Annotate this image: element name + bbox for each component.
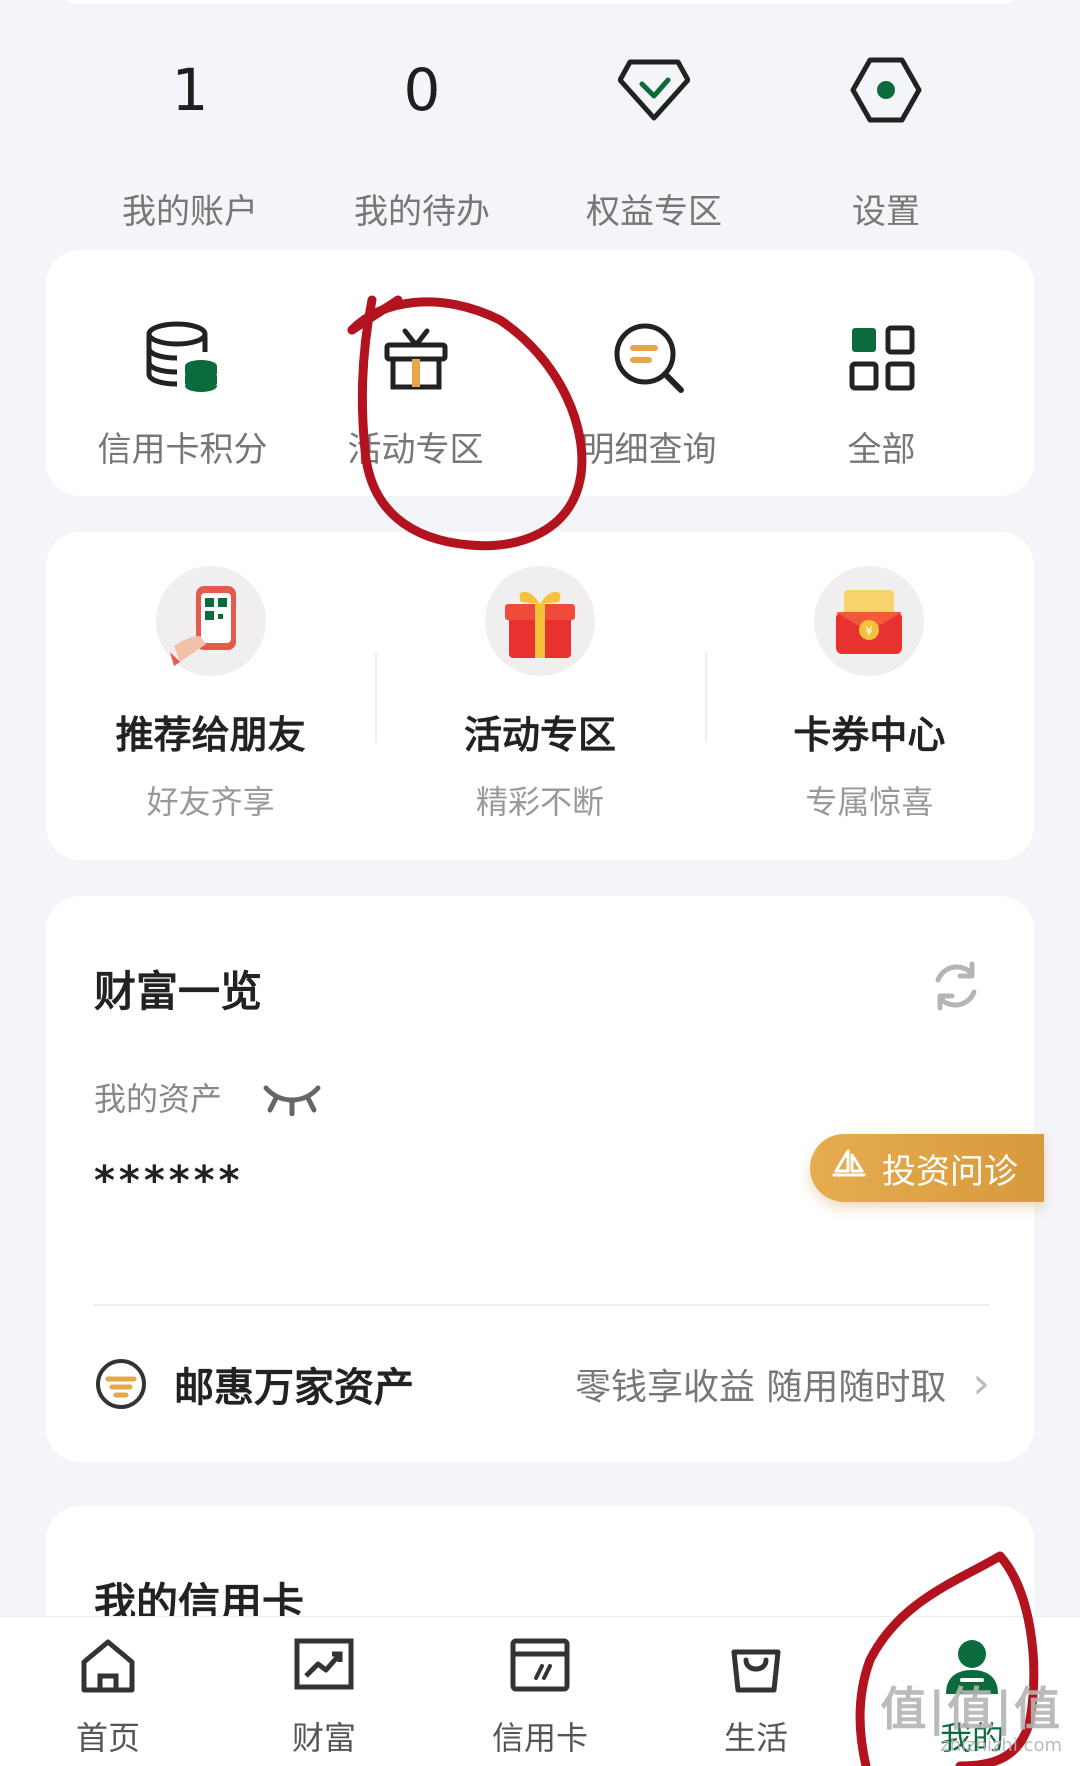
tab-wealth[interactable]: 财富 bbox=[216, 1617, 432, 1766]
tab-label: 生活 bbox=[723, 1719, 788, 1757]
accounts-label: 我的账户 bbox=[122, 192, 258, 232]
all-label: 全部 bbox=[847, 430, 916, 470]
tab-label: 首页 bbox=[75, 1719, 140, 1757]
search-detail-icon bbox=[532, 308, 765, 408]
my-accounts[interactable]: 1 我的账户 bbox=[74, 40, 306, 232]
chevron-right-icon: › bbox=[972, 1358, 990, 1409]
postal-logo-icon bbox=[94, 1357, 148, 1411]
activity-zone-promo[interactable]: 活动专区 精彩不断 bbox=[375, 532, 704, 860]
todo-label: 我的待办 bbox=[354, 192, 490, 232]
watermark-logo: 值|值|值 bbox=[880, 1682, 1062, 1736]
previous-card-edge bbox=[54, 0, 1026, 4]
chart-trend-icon bbox=[216, 1631, 432, 1701]
site-watermark: 值|值|值 zhizhizhi.com bbox=[880, 1673, 1062, 1756]
promo-subtitle: 专属惊喜 bbox=[805, 783, 934, 821]
promo-subtitle: 好友齐享 bbox=[146, 783, 275, 821]
promo-title: 推荐给朋友 bbox=[115, 713, 306, 757]
benefits-zone[interactable]: 权益专区 bbox=[538, 40, 770, 232]
settings-label: 设置 bbox=[852, 192, 920, 232]
accounts-count: 1 bbox=[171, 56, 209, 124]
promo-title: 卡券中心 bbox=[793, 713, 946, 757]
promo-card: 推荐给朋友 好友齐享 活动专区 精彩不断 ¥ 卡券中心 专属惊喜 bbox=[46, 532, 1034, 860]
product-name: 邮惠万家资产 bbox=[174, 1365, 414, 1411]
product-description: 零钱享收益 随用随时取 bbox=[574, 1367, 947, 1408]
eye-closed-icon[interactable] bbox=[262, 1082, 322, 1120]
investment-consult-button[interactable]: 投资问诊 bbox=[810, 1134, 1044, 1202]
todo-count: 0 bbox=[403, 56, 441, 124]
promo-title: 活动专区 bbox=[463, 713, 616, 757]
points-label: 信用卡积分 bbox=[97, 430, 268, 470]
recommend-friend[interactable]: 推荐给朋友 好友齐享 bbox=[46, 532, 375, 860]
wealth-title: 财富一览 bbox=[94, 967, 263, 1016]
diamond-icon bbox=[538, 40, 770, 140]
promo-subtitle: 精彩不断 bbox=[475, 783, 604, 821]
coins-icon bbox=[66, 308, 299, 408]
svg-text:¥: ¥ bbox=[865, 624, 873, 638]
settings-hex-icon bbox=[770, 40, 1002, 140]
tab-home[interactable]: 首页 bbox=[0, 1617, 216, 1766]
credit-card-icon bbox=[432, 1631, 648, 1701]
detail-query[interactable]: 明细查询 bbox=[532, 250, 765, 496]
credit-card-points[interactable]: 信用卡积分 bbox=[66, 250, 299, 496]
activity-zone-shortcut[interactable]: 活动专区 bbox=[299, 250, 532, 496]
tab-label: 信用卡 bbox=[491, 1719, 588, 1757]
my-assets-label: 我的资产 bbox=[94, 1080, 223, 1118]
activity-label: 活动专区 bbox=[347, 430, 484, 470]
home-icon bbox=[0, 1631, 216, 1701]
my-todo[interactable]: 0 我的待办 bbox=[306, 40, 538, 232]
gift-box-icon bbox=[484, 566, 595, 676]
refresh-icon[interactable] bbox=[928, 958, 984, 1014]
all-functions[interactable]: 全部 bbox=[765, 250, 998, 496]
gift-icon bbox=[299, 308, 532, 408]
grid-icon bbox=[765, 308, 998, 408]
phone-qr-icon bbox=[155, 566, 266, 676]
account-stats-row: 1 我的账户 0 我的待办 权益专区 设置 bbox=[0, 40, 1080, 232]
asset-value-masked: ****** bbox=[94, 1158, 244, 1204]
tab-label: 财富 bbox=[291, 1719, 356, 1757]
invest-label: 投资问诊 bbox=[882, 1151, 1018, 1192]
tab-life[interactable]: 生活 bbox=[648, 1617, 864, 1766]
settings[interactable]: 设置 bbox=[770, 40, 1002, 232]
youhui-wanjia-row[interactable]: 邮惠万家资产 零钱享收益 随用随时取 › bbox=[94, 1336, 990, 1432]
tab-credit-card[interactable]: 信用卡 bbox=[432, 1617, 648, 1766]
quick-actions-card: 信用卡积分 活动专区 明细查询 全部 bbox=[46, 250, 1034, 496]
coupon-center[interactable]: ¥ 卡券中心 专属惊喜 bbox=[704, 532, 1034, 860]
red-envelope-icon: ¥ bbox=[814, 566, 925, 676]
shopping-bag-icon bbox=[648, 1631, 864, 1701]
detail-label: 明细查询 bbox=[580, 430, 717, 470]
divider bbox=[94, 1304, 990, 1306]
benefits-label: 权益专区 bbox=[586, 192, 722, 232]
sailboat-icon bbox=[832, 1147, 866, 1190]
